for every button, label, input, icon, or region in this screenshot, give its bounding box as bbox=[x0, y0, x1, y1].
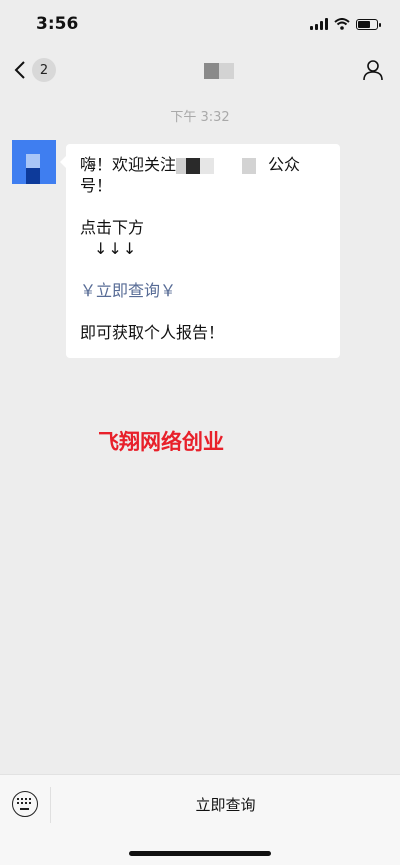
message-bubble: 嗨！欢迎关注 公众 号！ 点击下方 ↓↓↓ ￥立即查询￥ 即可获取个人报告！ bbox=[60, 144, 340, 358]
name-mosaic bbox=[242, 157, 257, 174]
wifi-icon bbox=[334, 18, 350, 30]
home-indicator bbox=[129, 851, 271, 856]
query-link[interactable]: ￥立即查询￥ bbox=[80, 280, 328, 301]
signal-icon bbox=[310, 18, 328, 30]
name-mosaic bbox=[214, 158, 242, 174]
message-line: 即可获取个人报告！ bbox=[80, 323, 225, 342]
back-button[interactable]: 2 bbox=[14, 58, 56, 82]
message-line: 嗨！欢迎关注 公众 bbox=[80, 154, 328, 175]
nav-bar: 2 bbox=[0, 48, 400, 96]
person-icon bbox=[363, 60, 383, 81]
message-timestamp: 下午 3:32 bbox=[170, 110, 230, 125]
avatar-tile bbox=[26, 168, 40, 184]
keyboard-icon bbox=[17, 798, 32, 804]
status-bar: 3:56 bbox=[0, 0, 400, 48]
message-text: 公众 bbox=[268, 155, 301, 174]
message-text: 嗨！欢迎关注 bbox=[80, 155, 177, 174]
unread-badge: 2 bbox=[32, 58, 56, 82]
title-mosaic bbox=[204, 63, 219, 79]
menu-item-query[interactable]: 立即查询 bbox=[51, 791, 400, 819]
official-account-avatar[interactable] bbox=[12, 140, 56, 184]
battery-icon bbox=[356, 18, 381, 30]
battery-level bbox=[358, 20, 370, 28]
title-mosaic bbox=[219, 63, 234, 79]
name-mosaic bbox=[186, 157, 201, 174]
message-line: 点击下方 bbox=[80, 218, 145, 237]
chevron-left-icon bbox=[14, 61, 25, 79]
status-time: 3:56 bbox=[36, 14, 79, 34]
keyboard-toggle-button[interactable] bbox=[12, 791, 38, 817]
status-icons bbox=[310, 16, 381, 32]
avatar-tile bbox=[26, 154, 40, 168]
watermark-text: 飞翔网络创业 bbox=[98, 430, 224, 454]
down-arrows: ↓↓↓ bbox=[94, 239, 138, 258]
profile-button[interactable] bbox=[362, 59, 384, 85]
name-mosaic bbox=[256, 158, 268, 174]
message-line: 号！ bbox=[80, 176, 113, 195]
keyboard-spacebar bbox=[20, 808, 29, 810]
name-mosaic bbox=[200, 157, 215, 174]
name-mosaic bbox=[176, 157, 187, 174]
chat-title-obscured bbox=[204, 63, 234, 79]
